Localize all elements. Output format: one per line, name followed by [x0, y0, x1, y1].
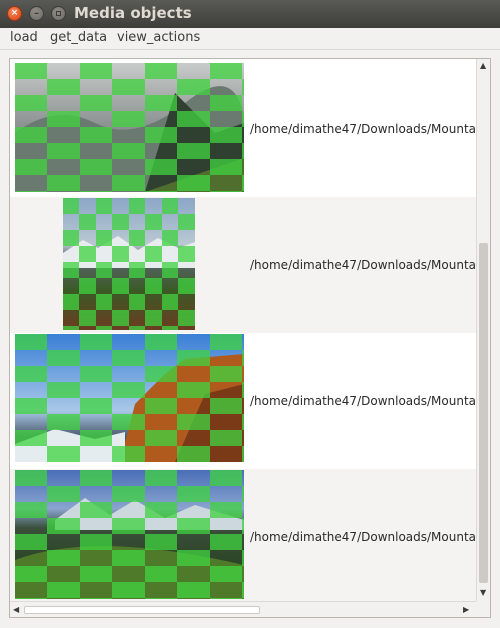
scroll-corner	[476, 601, 490, 617]
valley-meadow-thumbnail	[15, 470, 244, 599]
vertical-scrollbar[interactable]: ▲ ▼	[476, 59, 490, 601]
media-row[interactable]: /home/dimathe47/Downloads/Mountains/3.jp…	[10, 333, 476, 469]
file-path: /home/dimathe47/Downloads/Mountains/1.jp…	[250, 122, 476, 136]
file-path: /home/dimathe47/Downloads/Mountains/3.jp…	[250, 394, 476, 408]
vertical-scroll-thumb[interactable]	[479, 243, 488, 583]
minimize-window-button[interactable]: –	[29, 6, 44, 21]
close-window-button[interactable]: ×	[7, 6, 22, 21]
horizontal-scrollbar[interactable]: ◀ ▶	[10, 601, 476, 617]
horizontal-scroll-thumb[interactable]	[24, 606, 260, 614]
media-row[interactable]: /home/dimathe47/Downloads/Mountains/4.jp…	[10, 469, 476, 601]
scroll-down-icon[interactable]: ▼	[480, 589, 486, 597]
scroll-left-icon[interactable]: ◀	[13, 606, 19, 614]
file-path: /home/dimathe47/Downloads/Mountains/2.jp…	[250, 258, 476, 272]
mountain-fog-thumbnail	[15, 63, 244, 192]
scroll-up-icon[interactable]: ▲	[480, 62, 486, 70]
menu-load[interactable]: load	[10, 30, 38, 45]
media-row[interactable]: /home/dimathe47/Downloads/Mountains/2.jp…	[10, 197, 476, 333]
maximize-icon	[56, 11, 61, 16]
rocky-ridge-thumbnail	[15, 334, 244, 462]
snowy-peaks-thumbnail	[63, 198, 195, 330]
media-list: /home/dimathe47/Downloads/Mountains/1.jp…	[9, 58, 491, 618]
title-bar: × – Media objects	[0, 0, 500, 28]
file-path: /home/dimathe47/Downloads/Mountains/4.jp…	[250, 530, 476, 544]
menu-get-data[interactable]: get_data	[50, 30, 107, 45]
minimize-icon: –	[34, 7, 39, 19]
media-rows: /home/dimathe47/Downloads/Mountains/1.jp…	[10, 59, 476, 601]
close-icon: ×	[10, 8, 19, 18]
maximize-window-button[interactable]	[51, 6, 66, 21]
menu-bar: load get_data view_actions	[0, 28, 500, 50]
scroll-right-icon[interactable]: ▶	[463, 606, 469, 614]
media-row[interactable]: /home/dimathe47/Downloads/Mountains/1.jp…	[10, 61, 476, 197]
window-title: Media objects	[74, 4, 192, 22]
menu-view-actions[interactable]: view_actions	[117, 30, 200, 45]
